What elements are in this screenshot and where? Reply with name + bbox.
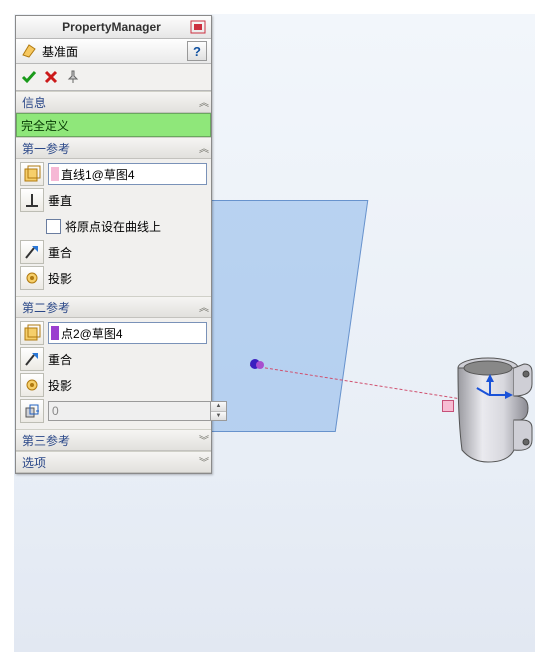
section-info-title: 信息: [22, 94, 46, 111]
origin-on-curve-checkbox[interactable]: [46, 219, 61, 234]
pm-title: PropertyManager: [36, 20, 187, 34]
section-info: 信息 ︽ 完全定义: [16, 91, 211, 137]
project-label: 投影: [48, 377, 207, 394]
perpendicular-icon[interactable]: [20, 188, 44, 212]
perpendicular-label: 垂直: [48, 192, 207, 209]
section-ref2-title: 第二参考: [22, 299, 70, 316]
property-manager-panel: PropertyManager 基准面 ? 信息 ︽ 完全定义: [15, 15, 212, 474]
offset-icon[interactable]: [20, 399, 44, 423]
entity-type-icon[interactable]: [20, 321, 44, 345]
reference-point-2[interactable]: [442, 400, 454, 412]
project-label: 投影: [48, 270, 207, 287]
section-second-reference: 第二参考 ︽ 点2@草图4 重合: [16, 296, 211, 429]
entity-type-icon[interactable]: [20, 162, 44, 186]
offset-distance-input[interactable]: [48, 401, 211, 421]
plane-icon: [20, 42, 38, 60]
feature-title-bar: 基准面 ?: [16, 39, 211, 64]
pm-header: PropertyManager: [16, 16, 211, 39]
offset-distance-field[interactable]: ▲ ▼: [48, 401, 227, 421]
section-third-reference: 第三参考 ︾: [16, 429, 211, 451]
coincident-label: 重合: [48, 351, 207, 368]
expand-icon: ︾: [199, 432, 207, 447]
section-first-reference: 第一参考 ︽ 直线1@草图4 垂直 将原点设在曲线上: [16, 137, 211, 296]
help-button[interactable]: ?: [187, 41, 207, 61]
section-ref3-header[interactable]: 第三参考 ︾: [16, 430, 211, 451]
spinner-up[interactable]: ▲: [211, 402, 226, 411]
ref2-entity-name: 点2@草图4: [61, 325, 123, 342]
section-ref1-title: 第一参考: [22, 140, 70, 157]
coincident-icon[interactable]: [20, 347, 44, 371]
section-options-title: 选项: [22, 454, 46, 471]
project-icon[interactable]: [20, 373, 44, 397]
expand-icon: ︾: [199, 454, 207, 469]
section-ref3-title: 第三参考: [22, 432, 70, 449]
ref1-entity-field[interactable]: 直线1@草图4: [48, 163, 207, 185]
project-icon[interactable]: [20, 266, 44, 290]
spinner-buttons[interactable]: ▲ ▼: [211, 401, 227, 421]
section-ref2-header[interactable]: 第二参考 ︽: [16, 297, 211, 318]
origin-on-curve-label: 将原点设在曲线上: [65, 218, 207, 235]
ok-button[interactable]: [20, 68, 38, 86]
ref2-swatch-icon: [51, 326, 59, 340]
collapse-icon: ︽: [199, 140, 207, 155]
pm-header-button[interactable]: [187, 17, 209, 37]
ref1-entity-name: 直线1@草图4: [61, 166, 135, 183]
definition-status: 完全定义: [16, 113, 211, 137]
ref2-entity-field[interactable]: 点2@草图4: [48, 322, 207, 344]
ref1-swatch-icon: [51, 167, 59, 181]
section-ref1-header[interactable]: 第一参考 ︽: [16, 138, 211, 159]
section-info-header[interactable]: 信息 ︽: [16, 92, 211, 113]
origin-triad-icon[interactable]: [477, 382, 507, 412]
section-options: 选项 ︾: [16, 451, 211, 473]
spinner-down[interactable]: ▼: [211, 411, 226, 421]
collapse-icon: ︽: [199, 94, 207, 109]
reference-point-1[interactable]: [250, 359, 260, 369]
pin-button[interactable]: [64, 68, 82, 86]
feature-name: 基准面: [42, 43, 187, 60]
coincident-icon[interactable]: [20, 240, 44, 264]
collapse-icon: ︽: [199, 299, 207, 314]
section-options-header[interactable]: 选项 ︾: [16, 452, 211, 473]
confirm-bar: [16, 64, 211, 91]
cancel-button[interactable]: [42, 68, 60, 86]
coincident-label: 重合: [48, 244, 207, 261]
